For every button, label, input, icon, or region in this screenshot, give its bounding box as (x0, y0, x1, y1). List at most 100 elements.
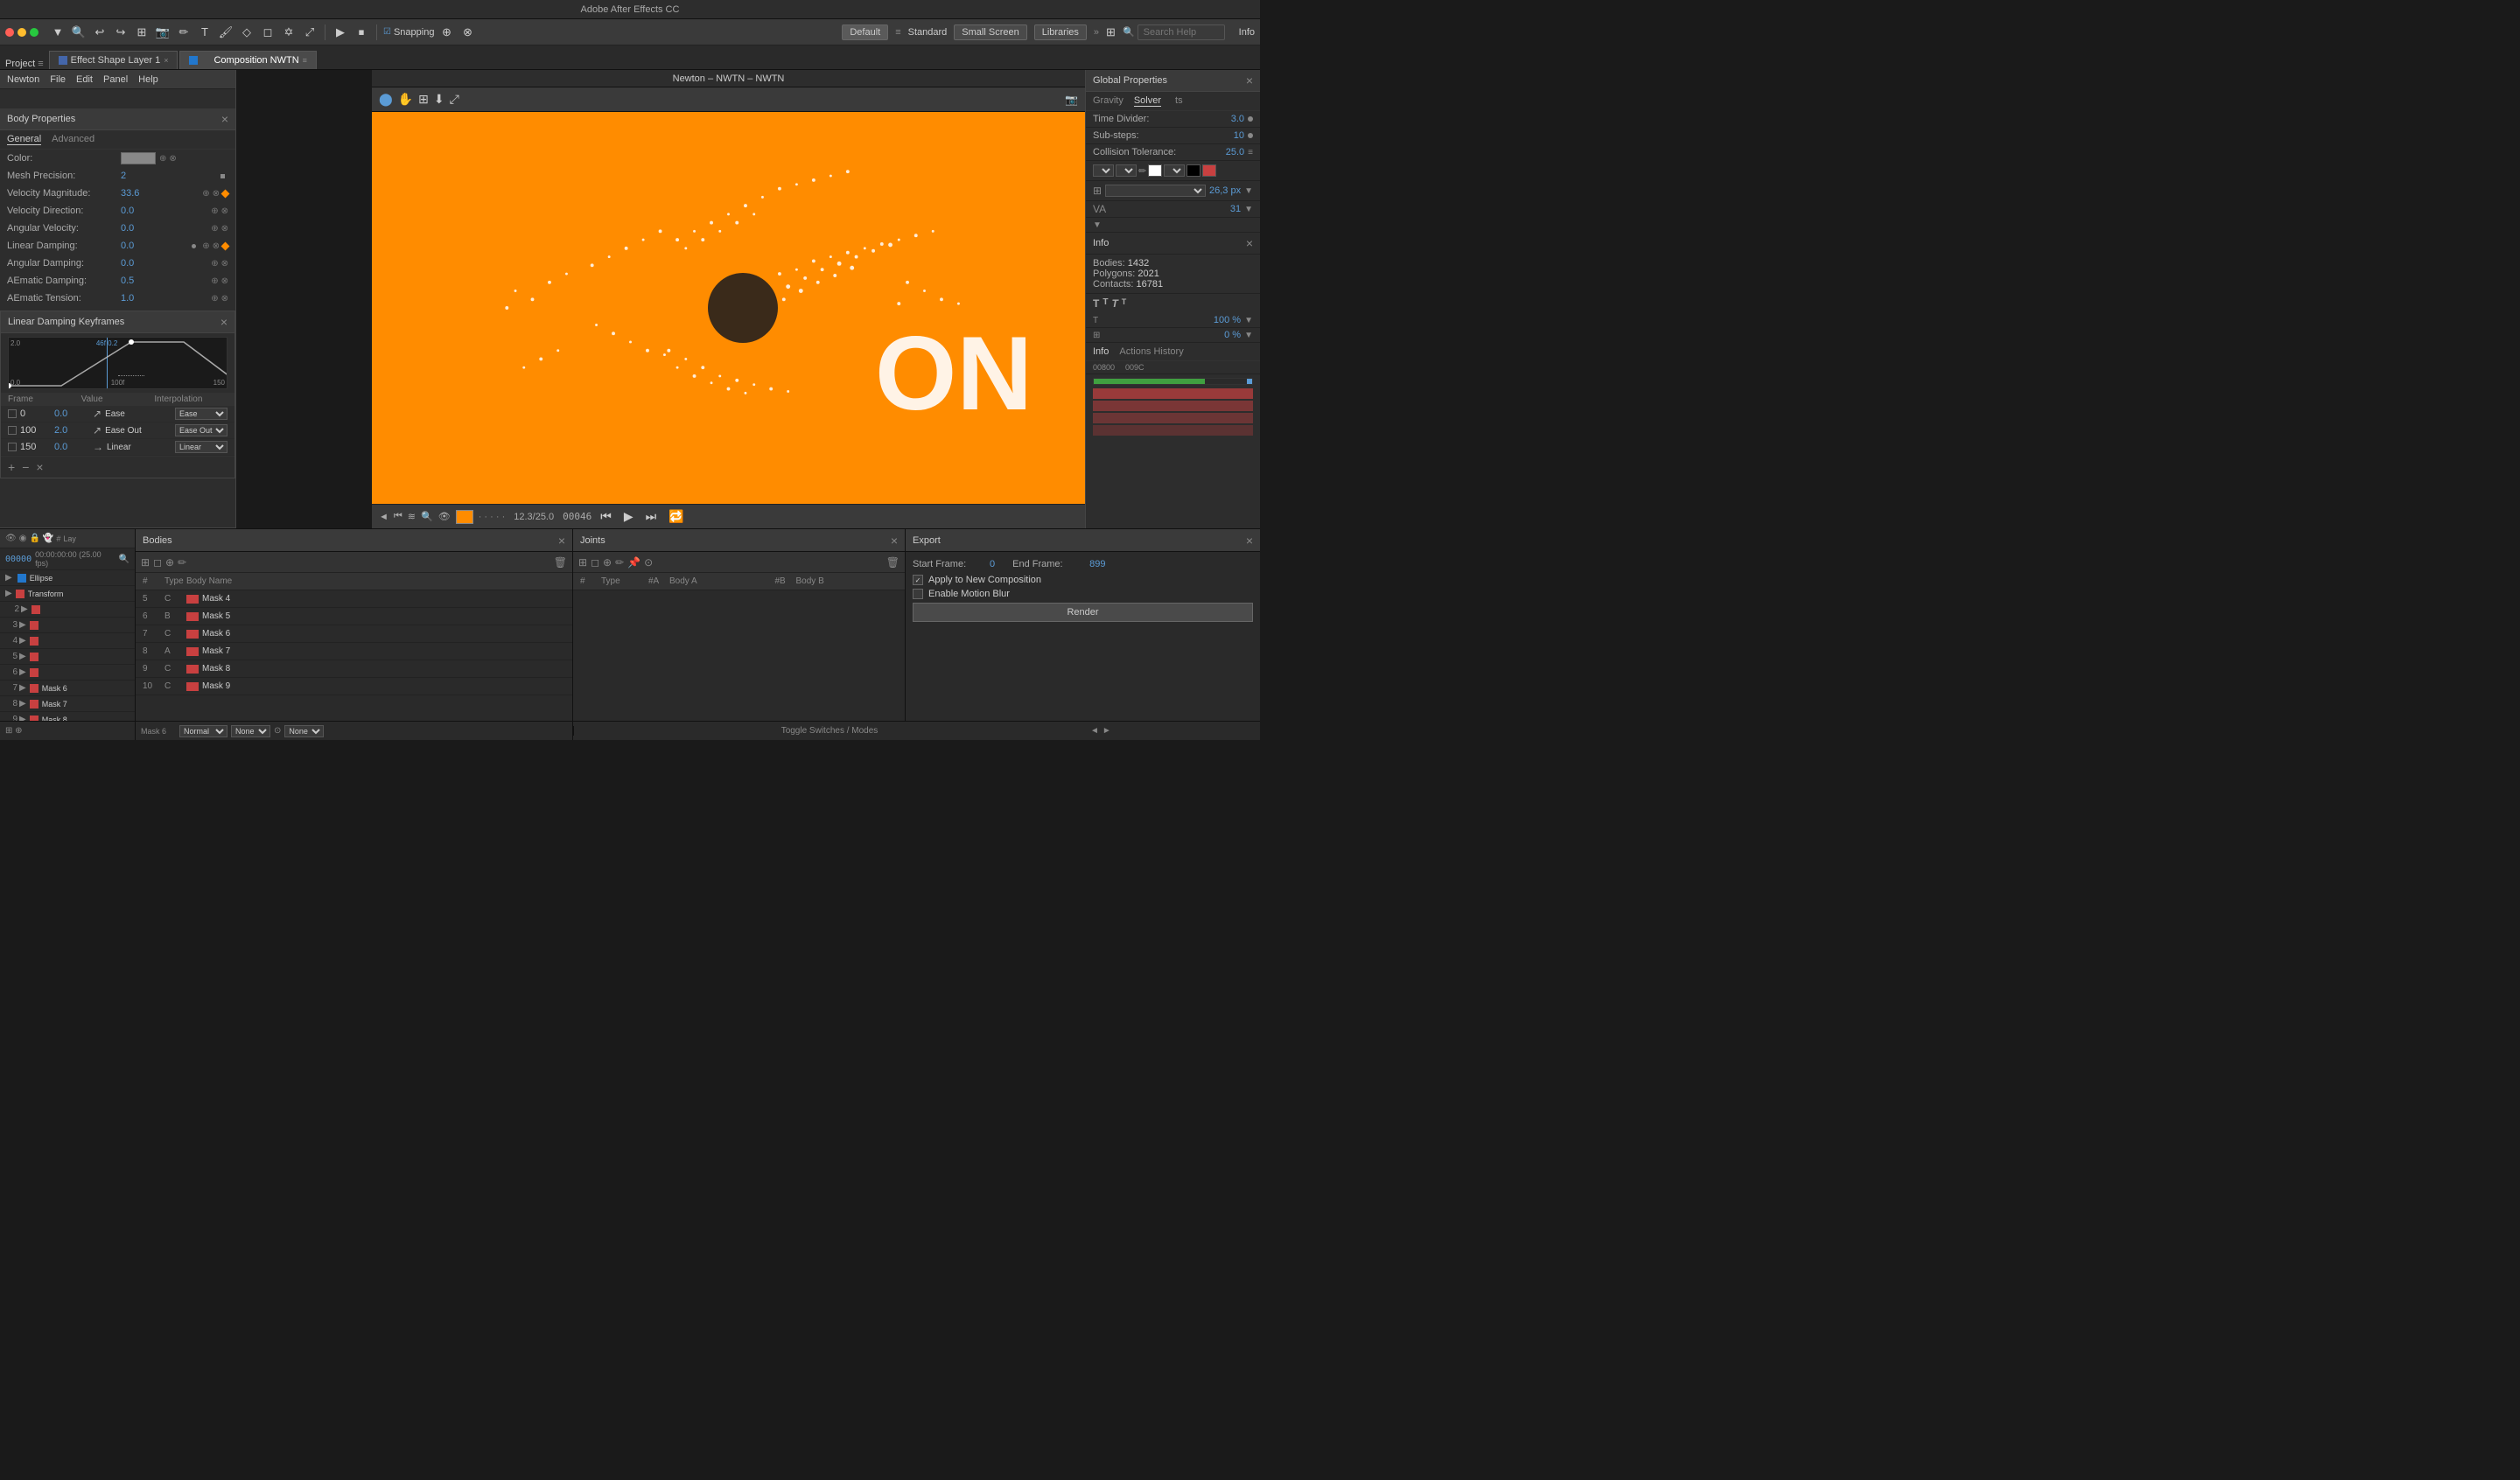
select-tool[interactable]: ▼ (49, 24, 66, 41)
snap-toggle[interactable]: ☑ Snapping (383, 27, 434, 38)
maximize-btn[interactable] (30, 28, 38, 37)
body-row-0[interactable]: 5 C Mask 4 (136, 590, 572, 608)
kf-checkbox-0[interactable] (8, 409, 17, 418)
tf-italic[interactable]: T (1111, 297, 1117, 310)
bp-vel-dir-link[interactable]: ⊕ (211, 206, 218, 216)
joints-tool-2[interactable]: ◻ (591, 556, 599, 569)
tl-nav-right[interactable]: ► (1102, 726, 1111, 736)
grid-tool[interactable]: ⊞ (133, 24, 150, 41)
loop-btn[interactable]: 🔁 (665, 507, 687, 526)
bp-random-icon[interactable]: ⊗ (169, 154, 176, 164)
gp-edit-icon[interactable]: ✏ (1138, 165, 1146, 177)
viewer-zoom-out-icon[interactable]: ◄ (379, 512, 388, 522)
viewer-zoom-in-icon[interactable]: 🔍 (421, 511, 433, 522)
joints-close-btn[interactable]: × (891, 534, 898, 548)
kf-value-1[interactable]: 2.0 (54, 425, 89, 436)
layers-lock-icon[interactable]: 🔒 (29, 534, 39, 543)
gp-tab-gravity[interactable]: Gravity (1093, 95, 1124, 107)
play-btn[interactable]: ▶ (332, 24, 349, 41)
kf-interp-select-0[interactable]: Ease Linear Ease Out (175, 408, 228, 420)
bp-vel-dir-value[interactable]: 0.0 (121, 206, 211, 216)
redo-tool[interactable]: ↪ (112, 24, 130, 41)
bp-ang-damp-value[interactable]: 0.0 (121, 258, 211, 269)
libraries-btn[interactable]: Libraries (1034, 24, 1087, 40)
kf-clear-btn[interactable]: × (36, 460, 43, 474)
kf-add-btn[interactable]: + (8, 460, 15, 474)
layers-solo-icon[interactable]: ◉ (19, 534, 27, 543)
bp-ae-damp-link[interactable]: ⊕ (211, 276, 218, 286)
comp-select-tool[interactable]: ⬤ (379, 92, 393, 107)
bp-vel-mag-value[interactable]: 33.6 (121, 188, 202, 199)
magnet-icon[interactable]: ⊕ (438, 24, 455, 41)
tf-bold-2[interactable]: T (1102, 297, 1108, 310)
lr-expand-mask8[interactable]: ▶ (19, 715, 26, 721)
joints-tool-7[interactable]: 🗑 (886, 556, 900, 569)
bodies-tool-1[interactable]: ⊞ (141, 556, 150, 569)
body-row-4[interactable]: 9 C Mask 8 (136, 660, 572, 678)
play-btn[interactable]: ▶ (620, 507, 637, 526)
gp-black-swatch[interactable] (1186, 164, 1200, 177)
newton-menu-item-file[interactable]: File (50, 74, 66, 85)
viewer-timeline-icon[interactable]: ⏮ (394, 511, 402, 522)
more-workspaces-icon[interactable]: » (1094, 27, 1099, 38)
newton-menu-item-edit[interactable]: Edit (76, 74, 93, 85)
bp-lin-damp-link[interactable]: ⊕ (202, 241, 209, 251)
layers-search-icon[interactable]: 🔍 (119, 555, 130, 564)
eraser-tool[interactable]: ◻ (259, 24, 276, 41)
viewer-wave-icon[interactable]: ≋ (408, 511, 416, 522)
gp-size-select[interactable] (1105, 185, 1206, 197)
bp-lin-damp-value[interactable]: 0.0 (121, 241, 192, 251)
bp-ae-tens-rand[interactable]: ⊗ (221, 294, 228, 304)
gp-close-btn[interactable]: × (1246, 73, 1253, 87)
bp-close-btn[interactable]: × (221, 112, 228, 126)
lr-expand-6[interactable]: ▶ (19, 667, 26, 677)
toggle-label[interactable]: Toggle Switches / Modes (781, 726, 878, 736)
bp-vel-dir-rand[interactable]: ⊗ (221, 206, 228, 216)
gp-pct-expand[interactable]: ▼ (1244, 316, 1253, 325)
mask6-mode-select[interactable]: Normal Multiply (179, 725, 228, 737)
panel-toggle-icon[interactable]: ⊞ (1106, 25, 1116, 39)
kf-interp-select-1[interactable]: Ease Out Linear Ease (175, 424, 228, 436)
text-tool[interactable]: T (196, 24, 214, 41)
joints-tool-5[interactable]: 📌 (627, 556, 640, 569)
workspace-menu-icon[interactable]: ≡ (895, 27, 900, 38)
bp-ae-tens-value[interactable]: 1.0 (121, 293, 211, 304)
gp-progress-thumb[interactable] (1247, 379, 1252, 384)
gp-pct-value[interactable]: 100 % (1214, 315, 1241, 325)
export-render-btn[interactable]: Render (913, 603, 1253, 622)
newton-menu-item-newton[interactable]: Newton (7, 74, 39, 85)
gp-tab-solver[interactable]: Solver (1134, 95, 1161, 107)
comp-cam-tool[interactable]: ⤢ (450, 92, 459, 107)
gp-alt-expand[interactable]: ▼ (1244, 205, 1253, 214)
bp-ang-damp-rand[interactable]: ⊗ (221, 259, 228, 269)
bodies-tool-4[interactable]: ✏ (178, 556, 186, 569)
export-motion-blur-checkbox[interactable] (913, 589, 923, 599)
standard-workspace-label[interactable]: Standard (908, 27, 948, 38)
info-tab-actions[interactable]: Actions History (1119, 346, 1183, 357)
body-row-3[interactable]: 8 A Mask 7 (136, 643, 572, 660)
newton-menu-item-help[interactable]: Help (138, 74, 158, 85)
export-end-value[interactable]: 899 (1089, 559, 1105, 569)
search-tool[interactable]: 🔍 (70, 24, 88, 41)
step-fwd-btn[interactable]: ⏭ (642, 507, 661, 526)
lr-expand-ellipse[interactable]: ▶ (5, 573, 12, 583)
joints-tool-1[interactable]: ⊞ (578, 556, 587, 569)
mask6-none-select-1[interactable]: None (231, 725, 270, 737)
small-screen-btn[interactable]: Small Screen (954, 24, 1026, 40)
body-row-2[interactable]: 7 C Mask 6 (136, 625, 572, 643)
kf-value-0[interactable]: 0.0 (54, 408, 89, 419)
lr-expand-transform[interactable]: ▶ (5, 589, 12, 598)
gp-pct2-value[interactable]: 0 % (1224, 330, 1241, 340)
viewer-eye-icon[interactable]: 👁 (438, 511, 451, 522)
gp-swatch-select-2[interactable] (1116, 164, 1137, 177)
layers-shy-icon[interactable]: 👻 (43, 534, 53, 543)
tab-close-effect[interactable]: × (164, 56, 168, 65)
bp-mesh-value[interactable]: 2 (121, 171, 220, 181)
gp-swatch-select-3[interactable] (1164, 164, 1185, 177)
lr-expand-4[interactable]: ▶ (19, 636, 26, 646)
kf-remove-btn[interactable]: − (22, 460, 29, 474)
lr-expand-mask6[interactable]: ▶ (19, 683, 26, 693)
gp-info-close[interactable]: × (1246, 236, 1253, 250)
info-tab-info[interactable]: Info (1093, 346, 1109, 357)
comp-hand-tool[interactable]: ✋ (398, 92, 413, 107)
